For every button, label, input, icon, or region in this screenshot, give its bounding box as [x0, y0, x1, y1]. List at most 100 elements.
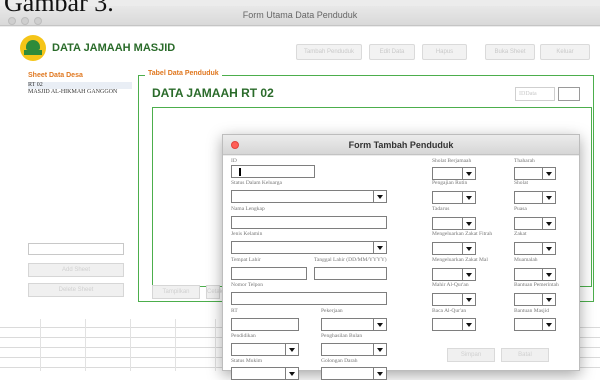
tadarus-label: Tadarus	[432, 206, 450, 212]
chevron-down-icon	[373, 242, 386, 253]
prayer-select[interactable]	[514, 191, 556, 204]
print-button[interactable]: Cetak	[206, 285, 223, 299]
chevron-down-icon	[542, 192, 555, 203]
gender-select[interactable]	[231, 241, 387, 254]
residency-status-select[interactable]	[231, 367, 299, 380]
gender-label: Jenis Kelamin	[231, 231, 263, 237]
chevron-down-icon	[542, 269, 555, 280]
fasting-select[interactable]	[514, 217, 556, 230]
chevron-down-icon	[542, 243, 555, 254]
add-resident-button[interactable]: Tambah Penduduk	[296, 44, 362, 60]
rt-input[interactable]	[231, 318, 299, 331]
thaharah-select[interactable]	[514, 167, 556, 180]
delete-button[interactable]: Hapus	[422, 44, 467, 60]
chevron-down-icon	[285, 344, 298, 355]
zakat-fitrah-label: Mengeluarkan Zakat Fitrah	[432, 231, 493, 237]
chevron-down-icon	[542, 168, 555, 179]
id-label: ID	[231, 158, 237, 164]
family-status-label: Status Dalam Keluarga	[231, 180, 282, 186]
routine-study-label: Pengajian Rutin	[432, 180, 468, 186]
chevron-down-icon	[462, 319, 475, 330]
full-name-input[interactable]	[231, 216, 387, 229]
birthplace-label: Tempat Lahir	[231, 257, 261, 263]
congregational-prayer-label: Sholat Berjamaah	[432, 158, 472, 164]
chevron-down-icon	[373, 319, 386, 330]
show-button[interactable]: Tampilkan	[152, 285, 200, 299]
rt-label: RT	[231, 308, 238, 314]
zakat-select[interactable]	[514, 242, 556, 255]
sheet-list-item[interactable]: MASJID AL-HIKMAH GANGGON	[28, 89, 132, 96]
education-select[interactable]	[231, 343, 299, 356]
chevron-down-icon	[373, 344, 386, 355]
muamalah-label: Muamalah	[514, 257, 538, 263]
government-aid-label: Bantuan Pemerintah	[514, 282, 559, 288]
search-go-field[interactable]	[558, 87, 580, 101]
chevron-down-icon	[462, 294, 475, 305]
app-header: DATA JAMAAH MASJID Tambah Penduduk Edit …	[0, 27, 600, 72]
sheet-list-item[interactable]: RT 02	[28, 82, 132, 89]
income-select[interactable]	[321, 343, 387, 356]
dialog-content: ID Status Dalam Keluarga Nama Lengkap Je…	[223, 156, 579, 380]
add-resident-dialog: Form Tambah Penduduk ID Status Dalam Kel…	[222, 134, 580, 380]
mosque-aid-select[interactable]	[514, 318, 556, 331]
birthdate-input[interactable]	[314, 267, 387, 280]
open-sheet-button[interactable]: Buka Sheet	[485, 44, 535, 60]
document-caption: Gambar 3.	[4, 0, 114, 17]
full-name-label: Nama Lengkap	[231, 206, 265, 212]
birthplace-input[interactable]	[231, 267, 307, 280]
chevron-down-icon	[373, 368, 386, 379]
id-input[interactable]	[231, 165, 315, 178]
residency-status-label: Status Mukim	[231, 358, 263, 364]
tadarus-select[interactable]	[432, 217, 476, 230]
data-panel-legend: Tabel Data Penduduk	[145, 70, 222, 77]
occupation-label: Pekerjaan	[321, 308, 343, 314]
zakat-mal-select[interactable]	[432, 268, 476, 281]
congregational-prayer-select[interactable]	[432, 167, 476, 180]
chevron-down-icon	[373, 191, 386, 202]
quran-reading-label: Baca Al-Qur'an	[432, 308, 467, 314]
mosque-logo-icon	[20, 35, 46, 61]
delete-sheet-button[interactable]: Delete Sheet	[28, 283, 124, 297]
id-search-input[interactable]: IDData	[515, 87, 555, 101]
quran-reading-select[interactable]	[432, 318, 476, 331]
chevron-down-icon	[462, 192, 475, 203]
chevron-down-icon	[462, 168, 475, 179]
chevron-down-icon	[542, 218, 555, 229]
fasting-label: Puasa	[514, 206, 527, 212]
education-label: Pendidikan	[231, 333, 256, 339]
app-name: DATA JAMAAH MASJID	[52, 42, 176, 54]
quran-fluency-label: Mahir Al-Qur'an	[432, 282, 469, 288]
birthdate-label: Tanggal Lahir (DD/MM/YYYY)	[314, 257, 387, 263]
blood-type-label: Golongan Darah	[321, 358, 358, 364]
income-label: Penghasilan Bulan	[321, 333, 363, 339]
zakat-label: Zakat	[514, 231, 527, 237]
save-button[interactable]: Simpan	[447, 348, 495, 362]
quran-fluency-select[interactable]	[432, 293, 476, 306]
occupation-select[interactable]	[321, 318, 387, 331]
phone-input[interactable]	[231, 292, 387, 305]
prayer-label: Sholat	[514, 180, 529, 186]
cancel-button[interactable]: Batal	[501, 348, 549, 362]
dialog-title: Form Tambah Penduduk	[348, 140, 454, 150]
chevron-down-icon	[542, 319, 555, 330]
text-caret	[239, 168, 241, 176]
edit-data-button[interactable]: Edit Data	[369, 44, 415, 60]
add-sheet-button[interactable]: Add Sheet	[28, 263, 124, 277]
chevron-down-icon	[285, 368, 298, 379]
exit-button[interactable]: Keluar	[540, 44, 590, 60]
sidebar-title: Sheet Data Desa	[28, 72, 83, 79]
dialog-titlebar: Form Tambah Penduduk	[223, 135, 579, 155]
sheet-name-input[interactable]	[28, 243, 124, 255]
muamalah-select[interactable]	[514, 268, 556, 281]
zakat-fitrah-select[interactable]	[432, 242, 476, 255]
government-aid-select[interactable]	[514, 293, 556, 306]
family-status-select[interactable]	[231, 190, 387, 203]
thaharah-label: Thaharah	[514, 158, 535, 164]
mosque-aid-label: Bantuan Masjid	[514, 308, 549, 314]
chevron-down-icon	[542, 294, 555, 305]
phone-label: Nomor Telpon	[231, 282, 264, 288]
zakat-mal-label: Mengeluarkan Zakat Mal	[432, 257, 488, 263]
chevron-down-icon	[462, 218, 475, 229]
blood-type-select[interactable]	[321, 367, 387, 380]
routine-study-select[interactable]	[432, 191, 476, 204]
